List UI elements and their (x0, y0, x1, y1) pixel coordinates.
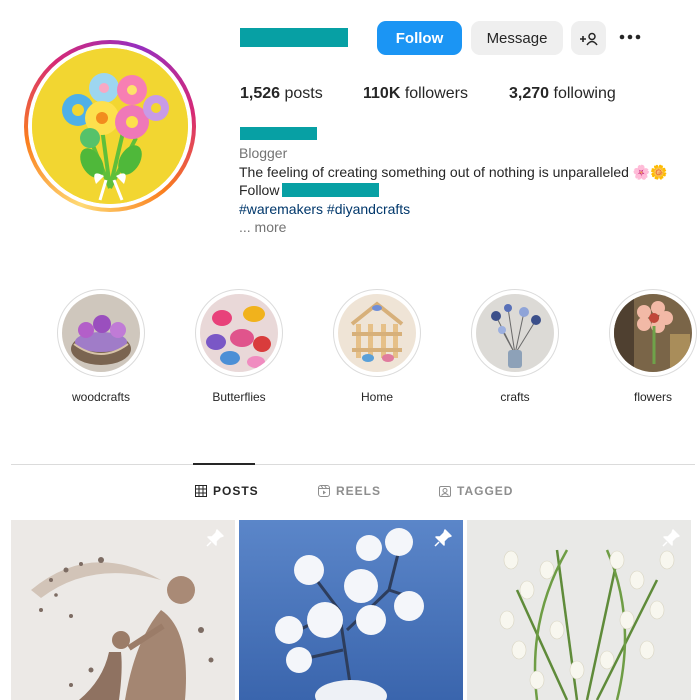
highlight-ring (471, 289, 559, 377)
following-count[interactable]: 3,270 following (509, 85, 616, 103)
profile-bio: Blogger The feeling of creating somethin… (239, 144, 699, 237)
highlight-home[interactable]: Home (332, 289, 422, 404)
highlight-ring (195, 289, 283, 377)
tab-label: REELS (336, 484, 382, 498)
highlight-flowers[interactable]: flowers (608, 289, 698, 404)
highlight-label: flowers (633, 390, 672, 404)
tab-reels[interactable]: REELS (318, 484, 381, 498)
tab-posts[interactable]: POSTS (195, 484, 259, 498)
follow-button[interactable]: Follow (377, 21, 462, 55)
highlight-image (62, 294, 140, 372)
suggest-user-button[interactable] (571, 21, 606, 55)
add-person-icon (579, 30, 599, 46)
tab-label: POSTS (213, 484, 259, 498)
highlight-ring (609, 289, 697, 377)
highlight-image (614, 294, 692, 372)
highlight-woodcrafts[interactable]: woodcrafts (56, 289, 146, 404)
bio-follow-redacted[interactable] (282, 183, 380, 197)
followers-count[interactable]: 110K followers (363, 85, 468, 103)
tab-label: TAGGED (457, 484, 514, 498)
highlight-image (338, 294, 416, 372)
bio-follow-line: Follow (239, 181, 699, 200)
message-button[interactable]: Message (471, 21, 563, 55)
bio-follow-prefix: Follow (239, 182, 280, 198)
tagged-icon (439, 485, 451, 497)
highlight-crafts[interactable]: crafts (470, 289, 560, 404)
profile-avatar-ring[interactable] (24, 40, 196, 212)
highlight-label: Butterflies (212, 390, 266, 404)
bio-text: The feeling of creating something out of… (239, 163, 668, 180)
highlight-label: Home (360, 390, 393, 404)
pinned-icon (205, 528, 225, 553)
bio-more-link[interactable]: ... more (239, 218, 699, 237)
highlight-image (476, 294, 554, 372)
highlight-ring (57, 289, 145, 377)
tabs-divider (11, 464, 695, 465)
active-tab-indicator (193, 463, 255, 465)
profile-avatar[interactable] (32, 48, 188, 204)
highlight-image (200, 294, 278, 372)
highlight-ring (333, 289, 421, 377)
more-options-icon[interactable] (618, 25, 642, 55)
post-tile[interactable] (11, 520, 235, 700)
username-redacted (240, 28, 348, 47)
highlight-label: woodcrafts (71, 390, 131, 404)
reels-icon (318, 485, 330, 497)
post-tile[interactable] (239, 520, 463, 700)
pinned-icon (433, 528, 453, 553)
bio-hashtags[interactable]: #waremakers #diyandcrafts (239, 200, 699, 219)
highlight-label: crafts (500, 390, 530, 404)
tab-tagged[interactable]: TAGGED (439, 484, 513, 498)
grid-icon (195, 485, 207, 497)
posts-count[interactable]: 1,526 posts (240, 85, 323, 103)
bio-category: Blogger (239, 145, 288, 161)
pinned-icon (661, 528, 681, 553)
post-tile[interactable] (467, 520, 691, 700)
highlight-butterflies[interactable]: Butterflies (194, 289, 284, 404)
display-name-redacted (240, 127, 317, 140)
